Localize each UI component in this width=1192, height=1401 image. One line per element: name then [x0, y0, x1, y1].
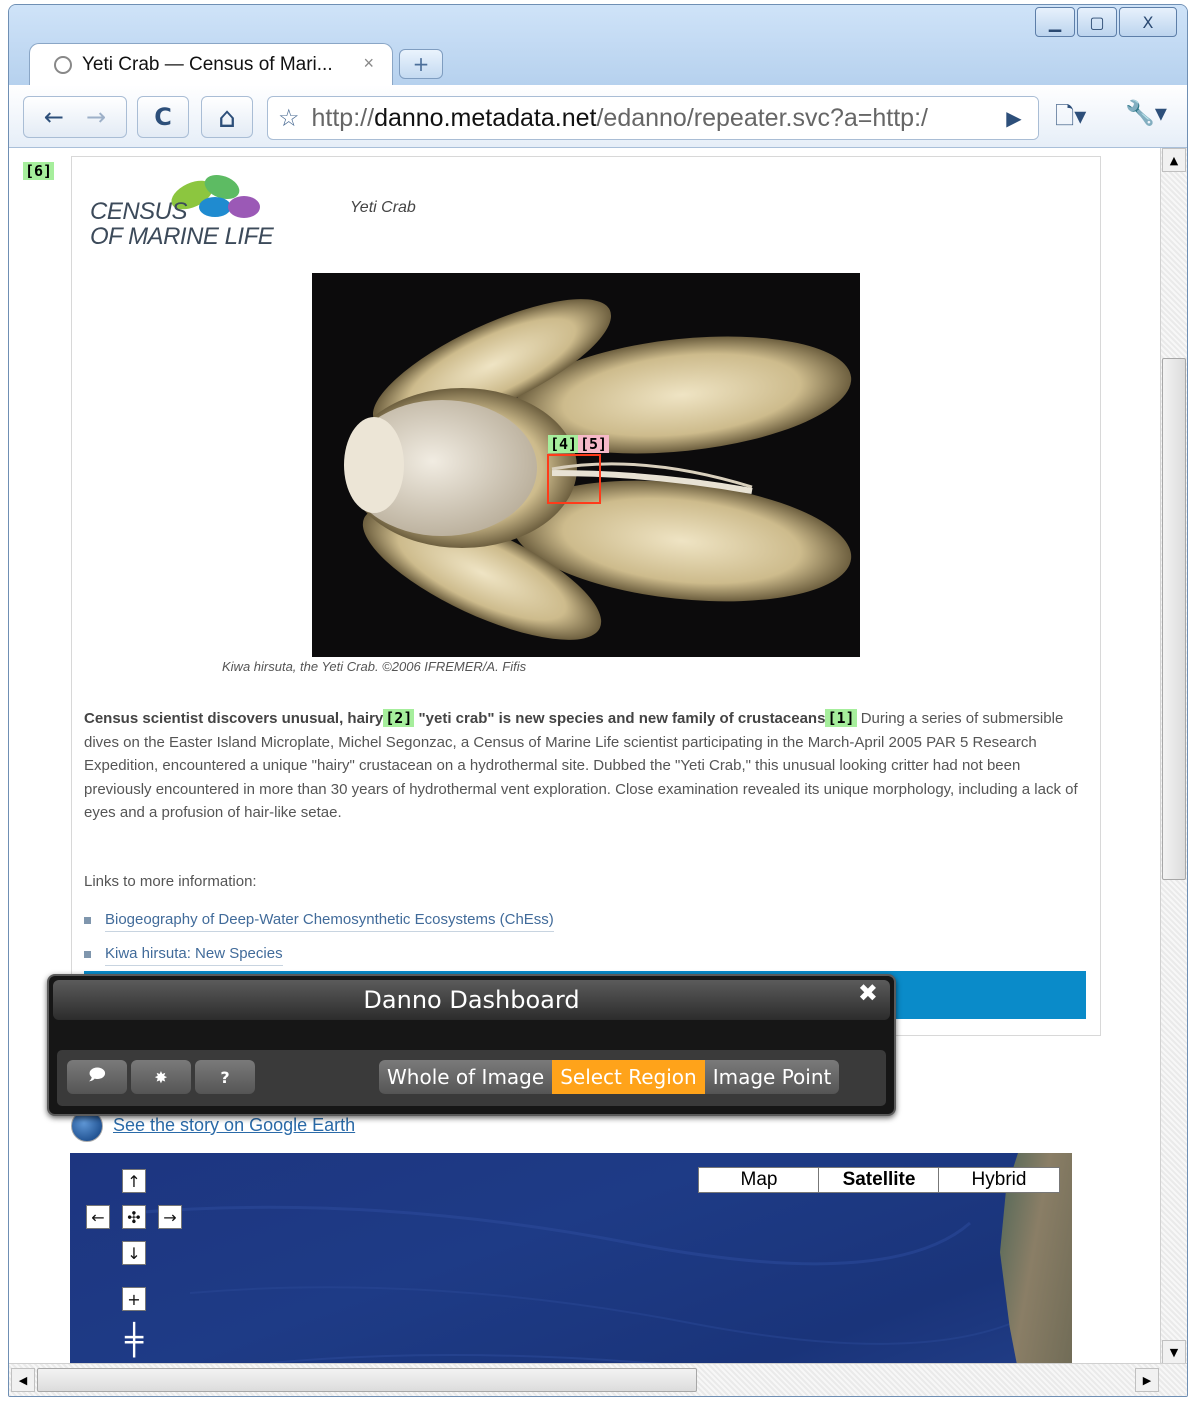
annotation-marker-2[interactable]: [2] — [383, 709, 415, 727]
annotation-marker-6[interactable]: [6] — [23, 162, 55, 180]
tab-close-icon[interactable]: × — [363, 53, 374, 74]
new-tab-button[interactable]: + — [399, 49, 443, 79]
bookmark-star-icon[interactable]: ☆ — [278, 104, 300, 133]
vertical-scroll-thumb[interactable] — [1162, 358, 1186, 880]
annotation-mode-selector: Whole of Image Select Region Image Point — [379, 1060, 840, 1094]
reload-button[interactable]: C — [137, 96, 189, 138]
minimize-button[interactable]: ▁ — [1035, 7, 1075, 37]
yeti-crab-photo[interactable]: [4] [5] — [312, 273, 860, 657]
pan-up-button[interactable]: ↑ — [122, 1169, 146, 1193]
dashboard-title[interactable]: Danno Dashboard — [53, 980, 890, 1020]
scroll-up-icon[interactable]: ▲ — [1162, 148, 1186, 172]
article-body: Census scientist discovers unusual, hair… — [84, 707, 1084, 825]
links-heading: Links to more information: — [84, 873, 257, 890]
annotation-marker-1[interactable]: [1] — [825, 709, 857, 727]
close-window-button[interactable]: X — [1119, 7, 1177, 37]
browser-toolbar: ← → C ⌂ ☆ http://danno.metadata.net/edan… — [9, 85, 1187, 148]
url-path: /edanno/repeater.svc?a=http:/ — [596, 103, 928, 132]
scroll-down-icon[interactable]: ▼ — [1162, 1340, 1186, 1364]
mode-image-point[interactable]: Image Point — [704, 1060, 840, 1094]
page-menu-icon[interactable]: 🗋▾ — [1055, 99, 1086, 140]
map-type-map[interactable]: Map — [698, 1167, 820, 1193]
annotation-marker-5[interactable]: [5] — [578, 435, 610, 453]
address-bar[interactable]: ☆ http://danno.metadata.net/edanno/repea… — [267, 96, 1039, 140]
back-arrow-icon[interactable]: ← — [44, 103, 64, 131]
pan-left-button[interactable]: ← — [86, 1205, 110, 1229]
danno-dashboard: Danno Dashboard ✖ 🗩 ✸ ? Whole of Image S… — [47, 974, 896, 1116]
tab-title: Yeti Crab — Census of Mari... — [82, 53, 333, 75]
settings-button[interactable]: ✸ — [131, 1060, 191, 1094]
zoom-in-button[interactable]: + — [122, 1287, 146, 1311]
page-viewport: [6] CENSUS OF MARINE LIFE Yeti Crab [4] … — [9, 148, 1187, 1396]
browser-window: ▁ ▢ X Yeti Crab — Census of Mari... × + … — [8, 4, 1188, 1397]
scroll-right-icon[interactable]: ▶ — [1135, 1368, 1159, 1392]
title-bar: ▁ ▢ X Yeti Crab — Census of Mari... × + — [9, 5, 1187, 85]
pan-center-button[interactable]: ✣ — [122, 1205, 146, 1229]
go-arrow-icon[interactable]: ▶ — [990, 97, 1038, 139]
map-type-hybrid[interactable]: Hybrid — [938, 1167, 1060, 1193]
maximize-button[interactable]: ▢ — [1077, 7, 1117, 37]
tab-loading-icon — [54, 55, 72, 74]
comment-button[interactable]: 🗩 — [67, 1060, 127, 1094]
map-type-satellite[interactable]: Satellite — [818, 1167, 940, 1193]
vertical-scrollbar[interactable]: ▲ ▼ — [1160, 148, 1187, 1364]
window-controls: ▁ ▢ X — [1035, 7, 1177, 37]
link-item-chess[interactable]: Biogeography of Deep-Water Chemosyntheti… — [84, 911, 554, 932]
photo-caption: Kiwa hirsuta, the Yeti Crab. ©2006 IFREM… — [222, 659, 527, 674]
wrench-menu-icon[interactable]: 🔧▾ — [1125, 99, 1167, 127]
scroll-left-icon[interactable]: ◀ — [11, 1368, 35, 1392]
mode-whole-of-image[interactable]: Whole of Image — [379, 1060, 553, 1094]
satellite-map[interactable]: ↑ ← ✣ → ↓ + ╪ Map Satellite Hybrid — [70, 1153, 1072, 1396]
close-icon[interactable]: ✖ — [858, 979, 878, 1007]
page-subtitle: Yeti Crab — [350, 199, 416, 216]
forward-arrow-icon[interactable]: → — [86, 103, 106, 131]
url-domain: danno.metadata.net — [374, 103, 597, 132]
bullet-icon — [84, 916, 91, 924]
back-forward-group: ← → — [23, 96, 127, 138]
pan-down-button[interactable]: ↓ — [122, 1241, 146, 1265]
article-card: CENSUS OF MARINE LIFE Yeti Crab [4] [5] … — [71, 156, 1101, 1036]
census-logo-text: CENSUS OF MARINE LIFE — [90, 198, 274, 250]
dashboard-toolbar: 🗩 ✸ ? Whole of Image Select Region Image… — [57, 1050, 886, 1106]
bullet-icon — [84, 950, 91, 958]
headline-part-2: "yeti crab" is new species and new famil… — [414, 710, 826, 727]
pan-right-button[interactable]: → — [158, 1205, 182, 1229]
zoom-slider[interactable]: ╪ — [122, 1321, 146, 1361]
annotation-marker-4[interactable]: [4] — [548, 435, 580, 453]
link-item-kiwa[interactable]: Kiwa hirsuta: New Species — [84, 945, 283, 966]
url-scheme: http:// — [311, 103, 375, 132]
horizontal-scrollbar[interactable]: ◀ ▶ — [9, 1363, 1187, 1396]
horizontal-scroll-thumb[interactable] — [37, 1368, 697, 1392]
browser-tab[interactable]: Yeti Crab — Census of Mari... × — [29, 43, 393, 85]
mode-select-region[interactable]: Select Region — [552, 1060, 705, 1094]
help-button[interactable]: ? — [195, 1060, 255, 1094]
headline-part-1: Census scientist discovers unusual, hair… — [84, 710, 384, 727]
home-button[interactable]: ⌂ — [201, 96, 253, 138]
yeti-crab-illustration — [344, 299, 852, 640]
